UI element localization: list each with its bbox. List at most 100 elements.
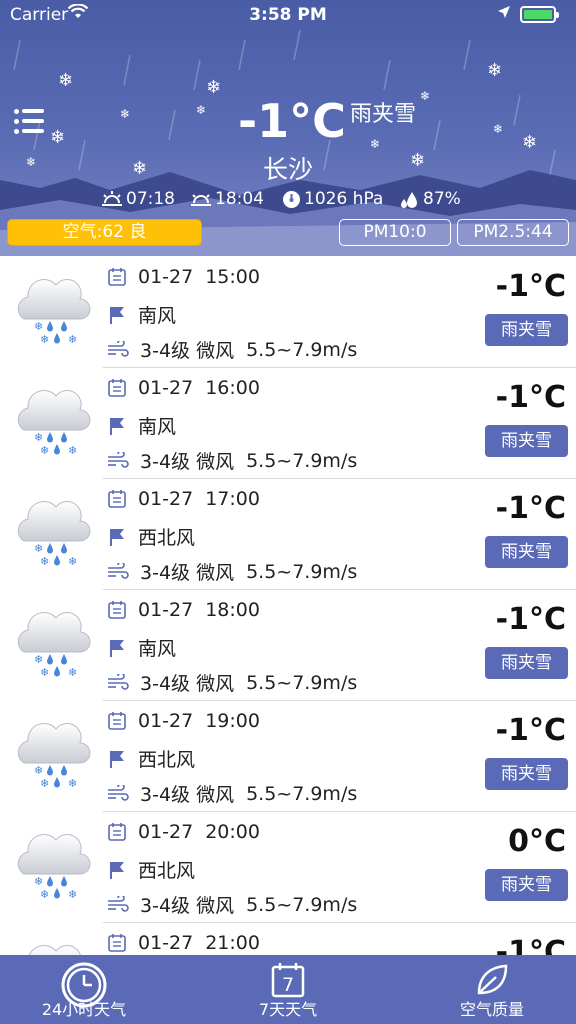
tab-7day-weather[interactable]: 7 7天天气 bbox=[204, 955, 372, 1024]
weather-header: ❄ ❄ ❄ ❄ ❄ ❄ ❄ ❄ ❄ ❄ ❄ ❄ ❄ Carrier 3:58 PM bbox=[0, 0, 576, 256]
svg-text:❄: ❄ bbox=[40, 444, 49, 457]
svg-text:❄: ❄ bbox=[487, 60, 502, 81]
battery-icon bbox=[520, 6, 559, 23]
condition-button[interactable]: 雨夹雪 bbox=[485, 758, 568, 790]
svg-text:❄: ❄ bbox=[120, 107, 130, 121]
forecast-date: 01-27 bbox=[138, 821, 194, 843]
forecast-row[interactable]: ❄ ❄ ❄ 01-27 20:00 西北风 3-4级 微风 5.5~7.9m/s… bbox=[0, 812, 576, 923]
flag-icon bbox=[110, 417, 124, 435]
wind-direction: 南风 bbox=[138, 416, 177, 438]
datetime-line: 01-27 15:00 bbox=[107, 266, 260, 288]
wind-speed: 5.5~7.9m/s bbox=[246, 671, 358, 694]
flag-icon bbox=[110, 528, 124, 546]
calendar-icon bbox=[108, 934, 126, 952]
flag-icon bbox=[110, 639, 124, 657]
pressure-gauge-icon bbox=[283, 190, 300, 208]
wind-icon bbox=[108, 784, 129, 801]
flag-icon bbox=[110, 306, 124, 324]
forecast-date: 01-27 bbox=[138, 377, 194, 399]
wind-direction-line: 南风 bbox=[107, 412, 176, 439]
forecast-date: 01-27 bbox=[138, 932, 194, 954]
menu-icon[interactable] bbox=[14, 108, 44, 136]
datetime-line: 01-27 17:00 bbox=[107, 488, 260, 510]
wind-direction-line: 南风 bbox=[107, 301, 176, 328]
svg-text:❄: ❄ bbox=[196, 103, 206, 117]
forecast-row[interactable]: ❄ ❄ ❄ 01-27 19:00 西北风 3-4级 微风 5.5~7.9m/s… bbox=[0, 701, 576, 812]
tab-label: 空气质量 bbox=[459, 1000, 524, 1019]
wind-speed-line: 3-4级 微风 5.5~7.9m/s bbox=[107, 558, 357, 585]
location-arrow-icon bbox=[498, 6, 510, 18]
current-condition: 雨夹雪 bbox=[350, 102, 417, 127]
forecast-row[interactable]: ❄ ❄ ❄ 01-27 18:00 南风 3-4级 微风 5.5~7.9m/s … bbox=[0, 590, 576, 701]
wind-level: 3-4级 微风 bbox=[140, 451, 235, 473]
forecast-time: 16:00 bbox=[205, 377, 260, 399]
forecast-date: 01-27 bbox=[138, 710, 194, 732]
forecast-date: 01-27 bbox=[138, 488, 194, 510]
wind-speed: 5.5~7.9m/s bbox=[246, 782, 358, 805]
svg-text:❄: ❄ bbox=[40, 666, 49, 679]
svg-text:❄: ❄ bbox=[34, 764, 43, 777]
tab-bar: 24小时天气 7 7天天气 空气质量 bbox=[0, 955, 576, 1024]
forecast-temperature: -1°C bbox=[495, 602, 566, 637]
wind-level: 3-4级 微风 bbox=[140, 784, 235, 806]
condition-button[interactable]: 雨夹雪 bbox=[485, 536, 568, 568]
forecast-row[interactable]: ❄ ❄ ❄ 01-27 17:00 西北风 3-4级 微风 5.5~7.9m/s… bbox=[0, 479, 576, 590]
condition-button[interactable]: 雨夹雪 bbox=[485, 869, 568, 901]
leaf-icon bbox=[477, 964, 508, 995]
forecast-temperature: -1°C bbox=[495, 269, 566, 304]
calendar-icon bbox=[108, 823, 126, 841]
calendar-icon bbox=[108, 379, 126, 397]
tab-24h-weather[interactable]: 24小时天气 bbox=[0, 955, 168, 1024]
svg-text:❄: ❄ bbox=[370, 137, 380, 151]
forecast-temperature: -1°C bbox=[495, 491, 566, 526]
condition-button[interactable]: 雨夹雪 bbox=[485, 425, 568, 457]
calendar-digit: 7 bbox=[282, 974, 294, 996]
forecast-row[interactable]: ❄ ❄ ❄ 01-27 16:00 南风 3-4级 微风 5.5~7.9m/s … bbox=[0, 368, 576, 479]
condition-button[interactable]: 雨夹雪 bbox=[485, 314, 568, 346]
wind-speed: 5.5~7.9m/s bbox=[246, 449, 358, 472]
flag-icon bbox=[110, 861, 124, 879]
hourly-forecast-list[interactable]: ❄ ❄ ❄ 01-27 15:00 南风 3-4级 微风 5.5~7.9m/s … bbox=[0, 257, 576, 955]
pressure-value: 1026 hPa bbox=[304, 189, 384, 209]
wind-direction-line: 西北风 bbox=[107, 523, 195, 550]
pm10-badge[interactable]: PM10:0 bbox=[339, 219, 451, 246]
datetime-line: 01-27 18:00 bbox=[107, 599, 260, 621]
calendar-icon bbox=[108, 601, 126, 619]
condition-button[interactable]: 雨夹雪 bbox=[485, 647, 568, 679]
wind-direction: 南风 bbox=[138, 638, 177, 660]
calendar-icon bbox=[108, 712, 126, 730]
wind-speed-line: 3-4级 微风 5.5~7.9m/s bbox=[107, 336, 357, 363]
air-quality-badge[interactable]: 空气:62 良 bbox=[7, 219, 202, 246]
forecast-time: 18:00 bbox=[205, 599, 260, 621]
wind-direction-line: 西北风 bbox=[107, 856, 195, 883]
sleet-icon: ❄❄❄ bbox=[17, 501, 91, 568]
svg-text:❄: ❄ bbox=[68, 666, 77, 679]
svg-text:❄: ❄ bbox=[68, 555, 77, 568]
svg-text:❄: ❄ bbox=[34, 653, 43, 666]
svg-text:❄: ❄ bbox=[206, 77, 221, 98]
city-name[interactable]: 长沙 bbox=[0, 150, 576, 186]
datetime-line: 01-27 21:00 bbox=[107, 932, 260, 954]
forecast-temperature: -1°C bbox=[495, 713, 566, 748]
pm25-badge[interactable]: PM2.5:44 bbox=[457, 219, 569, 246]
forecast-date: 01-27 bbox=[138, 599, 194, 621]
sunset-time: 18:04 bbox=[215, 189, 264, 209]
forecast-row[interactable]: ❄ ❄ ❄ 01-27 15:00 南风 3-4级 微风 5.5~7.9m/s … bbox=[0, 257, 576, 368]
calendar-icon bbox=[108, 268, 126, 286]
wind-level: 3-4级 微风 bbox=[140, 895, 235, 917]
forecast-time: 20:00 bbox=[205, 821, 260, 843]
sleet-icon: ❄❄❄ bbox=[17, 834, 91, 901]
tab-air-quality[interactable]: 空气质量 bbox=[408, 955, 576, 1024]
wind-icon bbox=[108, 673, 129, 690]
wind-speed-line: 3-4级 微风 5.5~7.9m/s bbox=[107, 891, 357, 918]
forecast-temperature: 0°C bbox=[508, 824, 566, 859]
sleet-icon: ❄❄❄ bbox=[17, 723, 91, 790]
calendar-icon bbox=[108, 490, 126, 508]
forecast-row[interactable]: ❄❄❄ 01-27 21:00 bbox=[0, 923, 576, 955]
svg-text:❄: ❄ bbox=[68, 333, 77, 346]
wind-direction: 西北风 bbox=[138, 860, 196, 882]
wind-icon bbox=[108, 895, 129, 912]
wind-speed: 5.5~7.9m/s bbox=[246, 893, 358, 916]
humidity-value: 87% bbox=[423, 189, 461, 209]
svg-text:❄: ❄ bbox=[68, 444, 77, 457]
